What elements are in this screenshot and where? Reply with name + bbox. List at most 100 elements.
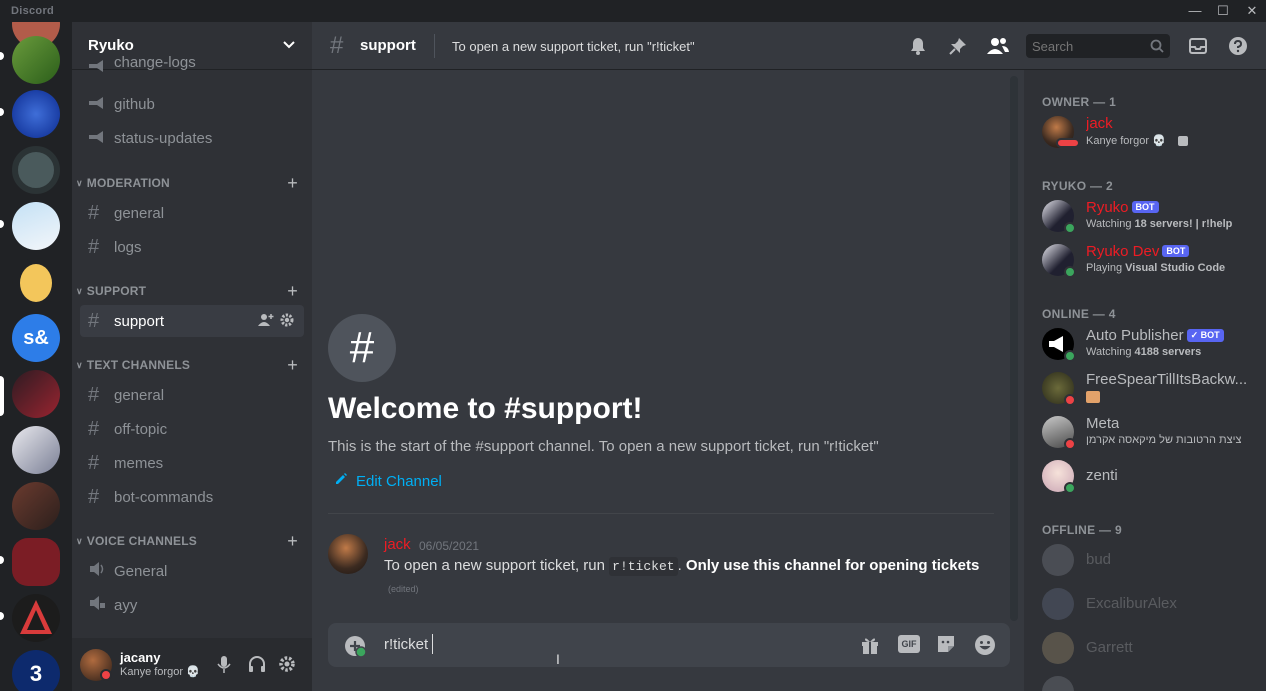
channel-label: general — [114, 204, 165, 222]
chevron-down-icon: ∨ — [76, 285, 83, 296]
channel-logs[interactable]: # logs — [80, 231, 304, 263]
hashtag-icon: # — [88, 485, 100, 508]
add-attachment-icon[interactable] — [344, 635, 367, 662]
channel-bot-commands[interactable]: # bot-commands — [80, 481, 304, 513]
divider — [434, 34, 435, 58]
server-icon[interactable] — [12, 146, 60, 194]
composer-input[interactable]: r!ticket — [384, 636, 428, 653]
add-channel-icon[interactable]: + — [287, 173, 298, 194]
channel-github[interactable]: github — [80, 88, 304, 120]
gift-icon[interactable] — [860, 635, 880, 660]
avatar[interactable] — [80, 648, 112, 681]
username: jacany — [120, 649, 161, 665]
dnd-status-icon — [1064, 394, 1076, 406]
server-icon[interactable] — [12, 202, 60, 250]
add-channel-icon[interactable]: + — [287, 281, 298, 302]
gear-icon[interactable] — [278, 655, 296, 678]
avatar[interactable] — [328, 534, 368, 574]
headphones-icon[interactable] — [247, 655, 267, 680]
category-voice-channels[interactable]: ∨ VOICE CHANNELS + — [76, 531, 304, 551]
scrollbar[interactable] — [1010, 76, 1018, 621]
chat-area: # Welcome to #support! This is the start… — [312, 22, 1024, 691]
server-icon[interactable] — [12, 594, 60, 642]
member-item[interactable]: Garrett — [1042, 628, 1262, 668]
gif-button[interactable]: GIF — [898, 635, 920, 653]
channel-memes[interactable]: # memes — [80, 447, 304, 479]
channel-topic[interactable]: To open a new support ticket, run "r!tic… — [452, 39, 695, 54]
member-list-icon[interactable] — [986, 36, 1010, 61]
voice-channel-general[interactable]: General — [80, 555, 304, 587]
server-icon[interactable] — [12, 90, 60, 138]
member-name: Ryuko Dev BOT — [1086, 243, 1190, 260]
help-icon[interactable] — [1228, 36, 1248, 61]
category-label: SUPPORT — [86, 284, 147, 298]
online-status-icon — [1064, 266, 1076, 278]
online-status-icon — [1064, 482, 1076, 494]
bell-icon[interactable] — [908, 36, 928, 61]
member-group-header: OWNER — 1 — [1042, 95, 1117, 109]
close-button[interactable]: ✕ — [1239, 0, 1265, 22]
rich-presence-icon — [1178, 136, 1188, 146]
channel-change-logs[interactable]: change-logs — [80, 56, 304, 78]
member-item[interactable]: zenti — [1042, 456, 1262, 496]
microphone-icon[interactable] — [216, 655, 232, 680]
server-icon[interactable] — [12, 36, 60, 84]
message-author[interactable]: jack — [384, 536, 411, 553]
channel-label: logs — [114, 238, 142, 256]
gear-icon[interactable] — [280, 313, 294, 331]
member-item[interactable] — [1042, 672, 1262, 691]
server-icon[interactable]: s& — [12, 314, 60, 362]
member-item[interactable]: bud — [1042, 540, 1262, 580]
server-icon[interactable]: 3 — [12, 650, 60, 691]
hashtag-icon: # — [88, 383, 100, 406]
message-composer[interactable]: r!ticket I GIF — [328, 623, 1010, 667]
message-bold-text: Only use this channel for opening ticket… — [685, 557, 980, 574]
maximize-button[interactable]: ☐ — [1210, 0, 1236, 22]
channel-general[interactable]: # general — [80, 197, 304, 229]
member-item[interactable]: jack Kanye forgor 💀 — [1042, 112, 1262, 152]
announcement-icon — [88, 127, 114, 150]
category-support[interactable]: ∨ SUPPORT + — [76, 281, 304, 301]
search-input[interactable] — [1026, 34, 1144, 58]
add-channel-icon[interactable]: + — [287, 531, 298, 552]
dnd-status-icon — [100, 668, 112, 681]
member-name: jack — [1086, 115, 1113, 132]
add-channel-icon[interactable]: + — [287, 355, 298, 376]
voice-channel-ayy[interactable]: ayy — [80, 589, 304, 621]
edit-channel-link[interactable]: Edit Channel — [334, 472, 442, 491]
channel-support[interactable]: # support — [80, 305, 304, 337]
channel-off-topic[interactable]: # off-topic — [80, 413, 304, 445]
dnd-status-icon — [1064, 438, 1076, 450]
member-item[interactable]: Auto Publisher ✓ BOT Watching 4188 server… — [1042, 324, 1262, 364]
minimize-button[interactable]: — — [1182, 0, 1208, 22]
selected-pip — [0, 376, 4, 416]
member-item[interactable]: FreeSpearTillItsBackw... — [1042, 368, 1262, 408]
server-icon[interactable] — [12, 538, 60, 586]
avatar — [1042, 676, 1074, 691]
channel-name: support — [360, 37, 416, 54]
inbox-icon[interactable] — [1188, 36, 1208, 61]
member-status: Watching 4188 servers — [1086, 346, 1202, 358]
pin-icon[interactable] — [948, 36, 968, 61]
emoji-icon[interactable] — [974, 634, 996, 661]
invite-icon[interactable] — [258, 313, 274, 331]
channel-general[interactable]: # general — [80, 379, 304, 411]
member-item[interactable]: ExcaliburAlex — [1042, 584, 1262, 624]
member-item[interactable]: Ryuko Dev BOT Playing Visual Studio Code — [1042, 240, 1262, 280]
channel-header: # support To open a new support ticket, … — [312, 22, 1266, 70]
search-box[interactable] — [1026, 34, 1170, 58]
channel-status-updates[interactable]: status-updates — [80, 122, 304, 154]
member-status: Kanye forgor 💀 — [1086, 135, 1166, 147]
server-icon[interactable] — [12, 426, 60, 474]
category-moderation[interactable]: ∨ MODERATION + — [76, 173, 304, 193]
server-icon[interactable] — [12, 258, 60, 306]
category-text-channels[interactable]: ∨ TEXT CHANNELS + — [76, 355, 304, 375]
member-item[interactable]: Ryuko BOT Watching 18 servers! | r!help — [1042, 196, 1262, 236]
unread-pip — [0, 556, 4, 564]
member-item[interactable]: Meta ציצת הרטובות של מיקאסה אקרמן — [1042, 412, 1262, 452]
online-status-icon — [1064, 350, 1076, 362]
server-icon[interactable] — [12, 370, 60, 418]
server-icon[interactable] — [12, 482, 60, 530]
member-name: bud — [1086, 551, 1112, 568]
sticker-icon[interactable] — [936, 634, 956, 659]
